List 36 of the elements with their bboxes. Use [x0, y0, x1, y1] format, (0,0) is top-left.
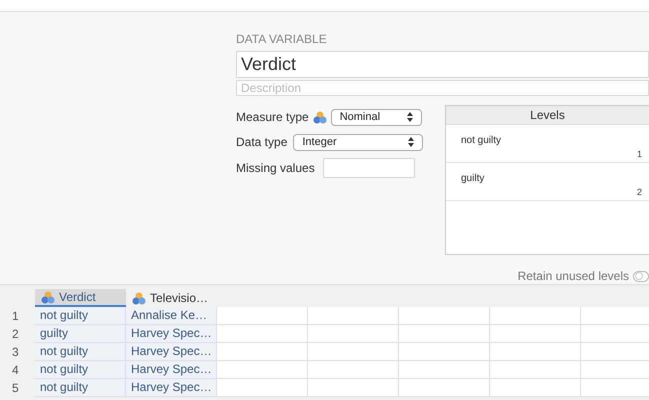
table-cell: not guilty [35, 379, 126, 397]
row-number: 5 [11, 380, 20, 397]
data-type-select[interactable]: Integer [293, 134, 424, 150]
description-field[interactable]: Description [236, 80, 649, 96]
retain-toggle[interactable] [633, 270, 649, 282]
table-cell: guilty [35, 325, 126, 343]
table-cell: Harvey Spec… [126, 343, 217, 361]
table-cell: Harvey Spec… [126, 361, 217, 379]
stepper-icon [408, 137, 414, 147]
table-cell: Harvey Spec… [126, 379, 217, 397]
row-number: 3 [11, 344, 20, 361]
section-title: DATA VARIABLE [236, 32, 328, 46]
nominal-icon [132, 292, 146, 304]
level-item[interactable]: guilty 2 [446, 163, 649, 201]
table-cell: not guilty [35, 343, 126, 361]
row-number: 4 [11, 362, 20, 379]
missing-values-field[interactable] [322, 158, 415, 178]
retain-label: Retain unused levels [518, 268, 629, 285]
measure-type-select[interactable]: Nominal [330, 108, 422, 126]
field-label: Data type [236, 134, 288, 151]
levels-header: Levels [446, 106, 649, 125]
table-cell: not guilty [35, 307, 126, 325]
field-label: Measure type [236, 109, 309, 126]
table-cell: not guilty [35, 361, 126, 379]
nominal-icon [41, 290, 55, 304]
stepper-icon [406, 112, 413, 122]
row-number: 2 [11, 326, 20, 343]
nominal-icon [312, 110, 327, 124]
column-header[interactable]: Verdict [35, 289, 126, 307]
row-number: 1 [11, 308, 20, 325]
field-label: Missing values [236, 160, 315, 177]
table-cell: Harvey Spec… [126, 325, 217, 343]
table-cell: Annalise Ke… [126, 307, 217, 325]
variable-name-field[interactable]: Verdict [236, 51, 649, 78]
level-item[interactable]: not guilty 1 [446, 125, 649, 163]
column-header[interactable]: Televisio… [126, 289, 217, 307]
